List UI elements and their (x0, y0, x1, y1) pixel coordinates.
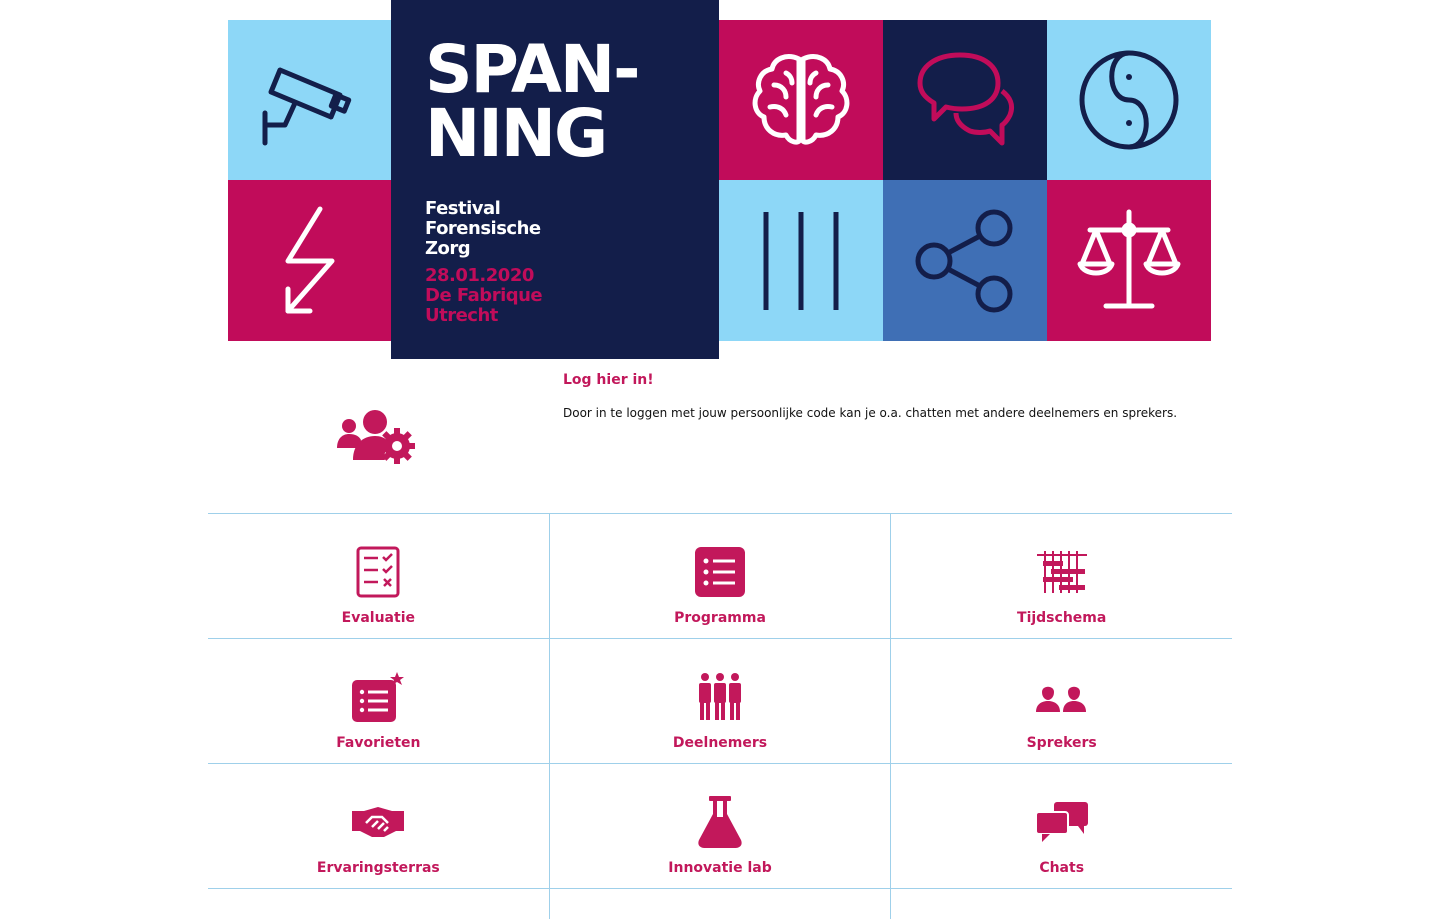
menu-item-ervaringsterras[interactable]: Ervaringsterras (208, 764, 549, 888)
menu-item-label: Chats (1039, 860, 1085, 876)
menu-item-sprekers[interactable]: Sprekers (890, 639, 1232, 763)
festival-banner: SPAN- NING Festival Forensische Zorg 28.0… (0, 0, 1440, 360)
program-list-icon (692, 544, 748, 600)
menu-item-favorieten[interactable]: Favorieten (208, 639, 549, 763)
handshake-icon (350, 794, 406, 850)
tile-scales (1047, 180, 1211, 341)
menu-item-innovatie-lab[interactable]: Innovatie lab (548, 764, 891, 888)
menu-item-label: Favorieten (336, 735, 421, 751)
menu-item-chats[interactable]: Chats (890, 764, 1232, 888)
schedule-grid-icon (1034, 544, 1090, 600)
menu-item-partial (208, 889, 549, 919)
login-link[interactable]: Log hier in! (563, 372, 654, 388)
share-icon (915, 209, 1013, 312)
prison-bars-icon (763, 211, 839, 310)
event-details: 28.01.2020 De Fabrique Utrecht (425, 265, 543, 326)
lightning-arrow-icon (285, 206, 335, 313)
festival-title: SPAN- NING (425, 31, 641, 172)
tile-camera (228, 20, 392, 180)
title-block: SPAN- NING Festival Forensische Zorg 28.0… (391, 0, 719, 359)
menu-item-label: Programma (674, 610, 766, 626)
evaluation-checklist-icon (350, 544, 406, 600)
menu-grid: Evaluatie Programma Tijdschema Favoriete… (208, 513, 1232, 919)
chat-icon (1034, 794, 1090, 850)
favorites-list-star-icon (350, 669, 406, 725)
menu-row (208, 889, 1232, 919)
tile-bars (719, 180, 883, 341)
menu-item-label: Tijdschema (1017, 610, 1107, 626)
menu-item-tijdschema[interactable]: Tijdschema (890, 514, 1232, 638)
festival-subtitle: Festival Forensische Zorg (425, 198, 541, 259)
menu-item-deelnemers[interactable]: Deelnemers (548, 639, 891, 763)
menu-row: Favorieten Deelnemers Sprekers (208, 639, 1232, 764)
speakers-icon (1034, 669, 1090, 725)
menu-item-label: Evaluatie (341, 610, 415, 626)
chat-bubbles-icon (917, 52, 1015, 146)
menu-item-partial (890, 889, 1232, 919)
security-camera-icon (262, 67, 352, 146)
login-description: Door in te loggen met jouw persoonlijke … (563, 406, 1178, 420)
tile-yinyang (1047, 20, 1211, 180)
menu-item-label: Ervaringsterras (316, 860, 440, 876)
menu-item-label: Deelnemers (672, 735, 768, 751)
yin-yang-icon (1079, 50, 1179, 150)
users-gear-icon (337, 410, 415, 464)
tile-chat (883, 20, 1047, 180)
participants-group-icon (692, 669, 748, 725)
menu-row: Evaluatie Programma Tijdschema (208, 514, 1232, 639)
menu-item-programma[interactable]: Programma (548, 514, 891, 638)
flask-icon (692, 794, 748, 850)
login-icon[interactable] (335, 408, 417, 468)
menu-item-partial (548, 889, 891, 919)
brain-icon (752, 54, 850, 145)
scales-of-justice-icon (1077, 209, 1181, 308)
tile-lightning (228, 180, 392, 341)
menu-item-evaluatie[interactable]: Evaluatie (208, 514, 549, 638)
menu-item-label: Innovatie lab (668, 860, 772, 876)
menu-item-label: Sprekers (1026, 735, 1097, 751)
tile-share (883, 180, 1047, 341)
menu-row: Ervaringsterras Innovatie lab Chats (208, 764, 1232, 889)
tile-brain (719, 20, 883, 180)
